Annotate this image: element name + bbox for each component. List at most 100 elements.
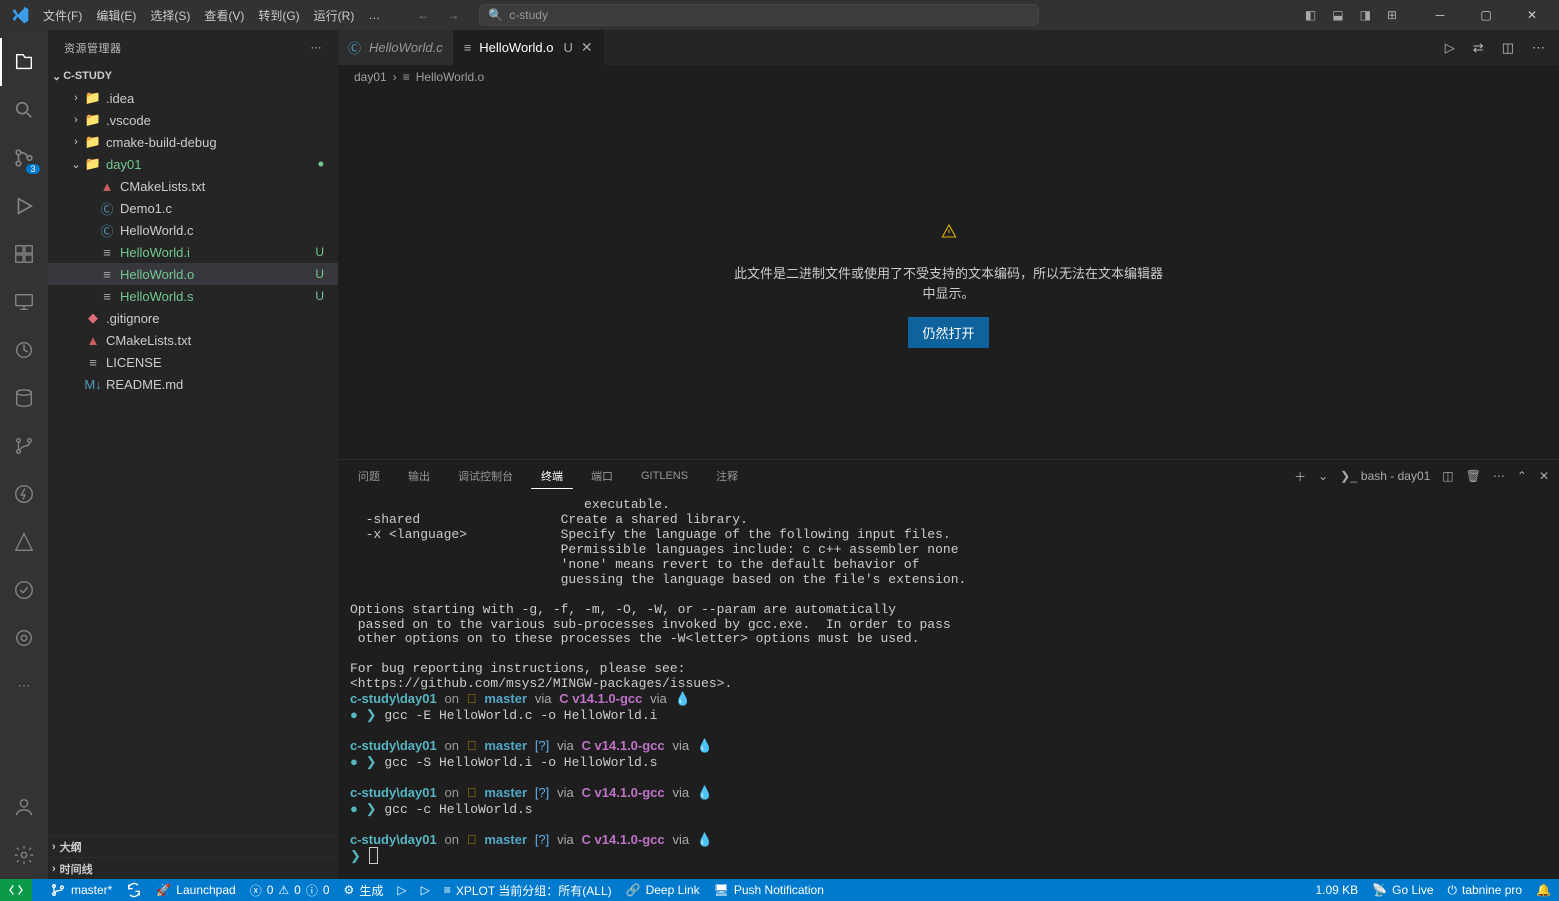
back-icon[interactable]: ← [417, 8, 429, 22]
close-tab-icon[interactable]: ✕ [581, 39, 593, 56]
panel-tab[interactable]: 调试控制台 [448, 464, 523, 488]
git-graph-icon[interactable] [0, 422, 48, 470]
notifications-icon[interactable]: 🔔 [1536, 883, 1551, 897]
chevron-right-icon: › [393, 70, 397, 84]
toggle-primary-sidebar-icon[interactable]: ◧ [1305, 8, 1316, 22]
file-item[interactable]: ◆.gitignore [48, 307, 338, 329]
minimize-icon[interactable]: ─ [1417, 0, 1463, 30]
terminal-selector[interactable]: ❯_ bash - day01 [1340, 469, 1430, 483]
toggle-panel-icon[interactable]: ⬓ [1332, 8, 1343, 22]
source-control-icon[interactable]: 3 [0, 134, 48, 182]
kill-terminal-icon[interactable]: 🗑 [1466, 469, 1481, 483]
more-icon[interactable]: ⋯ [0, 662, 48, 710]
menu-item[interactable]: 选择(S) [143, 0, 197, 30]
bookmark-icon[interactable] [0, 614, 48, 662]
sidebar-actions-icon[interactable]: ⋯ [311, 41, 323, 54]
panel-tab[interactable]: 注释 [706, 464, 748, 488]
command-center[interactable]: 🔍 c-study [479, 4, 1039, 26]
go-live[interactable]: 📡 Go Live [1372, 883, 1433, 897]
maximize-panel-icon[interactable]: ⌃ [1517, 469, 1527, 483]
outline-section[interactable]: › 大纲 [48, 835, 338, 857]
breadcrumb-item[interactable]: HelloWorld.o [416, 70, 484, 84]
extensions-icon[interactable] [0, 230, 48, 278]
file-item[interactable]: ▲CMakeLists.txt [48, 175, 338, 197]
codicon-sync-icon[interactable] [0, 566, 48, 614]
file-item[interactable]: ⒸDemo1.c [48, 197, 338, 219]
remote-indicator[interactable] [0, 879, 32, 901]
customize-layout-icon[interactable]: ⊞ [1387, 8, 1397, 22]
menu-item[interactable]: 转到(G) [251, 0, 306, 30]
cmake-icon[interactable] [0, 518, 48, 566]
thunder-icon[interactable] [0, 470, 48, 518]
menu-item[interactable]: 查看(V) [197, 0, 251, 30]
toggle-secondary-sidebar-icon[interactable]: ◨ [1360, 8, 1371, 22]
panel-tab[interactable]: GITLENS [631, 466, 698, 486]
file-item[interactable]: ≡LICENSE [48, 351, 338, 373]
nav-arrows: ← → [417, 8, 459, 22]
maximize-icon[interactable]: ▢ [1463, 0, 1509, 30]
push-notification[interactable]: 🖥 Push Notification [714, 883, 824, 897]
breadcrumb-item[interactable]: day01 [354, 70, 387, 84]
file-size[interactable]: 1.09 KB [1315, 883, 1358, 897]
deeplink[interactable]: 🔗 Deep Link [626, 883, 700, 897]
settings-icon[interactable] [0, 831, 48, 879]
folder-item[interactable]: ›📁.idea [48, 87, 338, 109]
panel-tab[interactable]: 终端 [531, 464, 573, 489]
open-anyway-button[interactable]: 仍然打开 [908, 317, 988, 348]
menu-item[interactable]: 编辑(E) [89, 0, 143, 30]
git-branch[interactable]: master* [50, 882, 112, 898]
search-activity-icon[interactable] [0, 86, 48, 134]
panel-tab[interactable]: 输出 [398, 464, 440, 488]
panel-more-icon[interactable]: ⋯ [1493, 469, 1505, 483]
folder-item[interactable]: ›📁.vscode [48, 109, 338, 131]
tab-git-badge: U [563, 40, 572, 55]
explorer-icon[interactable] [0, 38, 48, 86]
launchpad[interactable]: 🚀 Launchpad [156, 883, 235, 897]
terminal[interactable]: executable. -shared Create a shared libr… [338, 492, 1559, 879]
file-item[interactable]: ≡HelloWorld.iU [48, 241, 338, 263]
problems[interactable]: ⓧ0 ⚠0 ⓘ0 [250, 882, 330, 899]
debug-play-icon[interactable]: ▷ [397, 883, 406, 897]
timeline-section[interactable]: › 时间线 [48, 857, 338, 879]
xplot[interactable]: ≡ XPLOT 当前分组：所有(ALL) [444, 882, 612, 899]
chevron-right-icon: › [68, 136, 84, 148]
panel-tab[interactable]: 端口 [581, 464, 623, 488]
editor-tab[interactable]: ⒸHelloWorld.c [338, 30, 454, 65]
folder-item[interactable]: ›📁cmake-build-debug [48, 131, 338, 153]
workspace-root[interactable]: ⌄ C-STUDY [48, 65, 338, 87]
menu-item[interactable]: 文件(F) [36, 0, 89, 30]
split-terminal-icon[interactable]: ◫ [1442, 469, 1453, 483]
run-debug-icon[interactable] [0, 182, 48, 230]
file-item[interactable]: M↓README.md [48, 373, 338, 395]
docker-icon[interactable] [0, 326, 48, 374]
breadcrumbs[interactable]: day01 › ≡ HelloWorld.o [338, 65, 1559, 89]
file-item[interactable]: ▲CMakeLists.txt [48, 329, 338, 351]
editor-tab[interactable]: ≡HelloWorld.oU✕ [454, 30, 604, 65]
panel-tab[interactable]: 问题 [348, 464, 390, 488]
folder-item[interactable]: ⌄📁day01• [48, 153, 338, 175]
file-item[interactable]: ⒸHelloWorld.c [48, 219, 338, 241]
close-icon[interactable]: ✕ [1509, 0, 1555, 30]
new-terminal-icon[interactable]: ＋ [1294, 468, 1306, 485]
cmake-icon: ▲ [98, 179, 116, 194]
file-item[interactable]: ≡HelloWorld.oU [48, 263, 338, 285]
menu-item[interactable]: … [361, 0, 387, 30]
more-actions-icon[interactable]: ⋯ [1532, 40, 1545, 56]
split-editor-icon[interactable]: ◫ [1502, 40, 1514, 56]
file-item[interactable]: ≡HelloWorld.sU [48, 285, 338, 307]
debug-step-icon[interactable]: ▷ [421, 883, 430, 897]
git-sync[interactable] [126, 882, 142, 898]
chevron-down-icon: ⌄ [68, 158, 84, 171]
build-status[interactable]: ⚙ 生成 [344, 882, 384, 899]
menu-item[interactable]: 运行(R) [307, 0, 362, 30]
compare-icon[interactable]: ⇄ [1473, 40, 1484, 56]
run-icon[interactable]: ▷ [1445, 40, 1455, 56]
tabnine[interactable]: ⏻ tabnine pro [1448, 883, 1523, 898]
tab-label: HelloWorld.o [479, 40, 553, 55]
terminal-dropdown-icon[interactable]: ⌄ [1318, 469, 1328, 483]
remote-explorer-icon[interactable] [0, 278, 48, 326]
close-panel-icon[interactable]: ✕ [1539, 469, 1549, 483]
database-icon[interactable] [0, 374, 48, 422]
forward-icon[interactable]: → [447, 8, 459, 22]
accounts-icon[interactable] [0, 783, 48, 831]
